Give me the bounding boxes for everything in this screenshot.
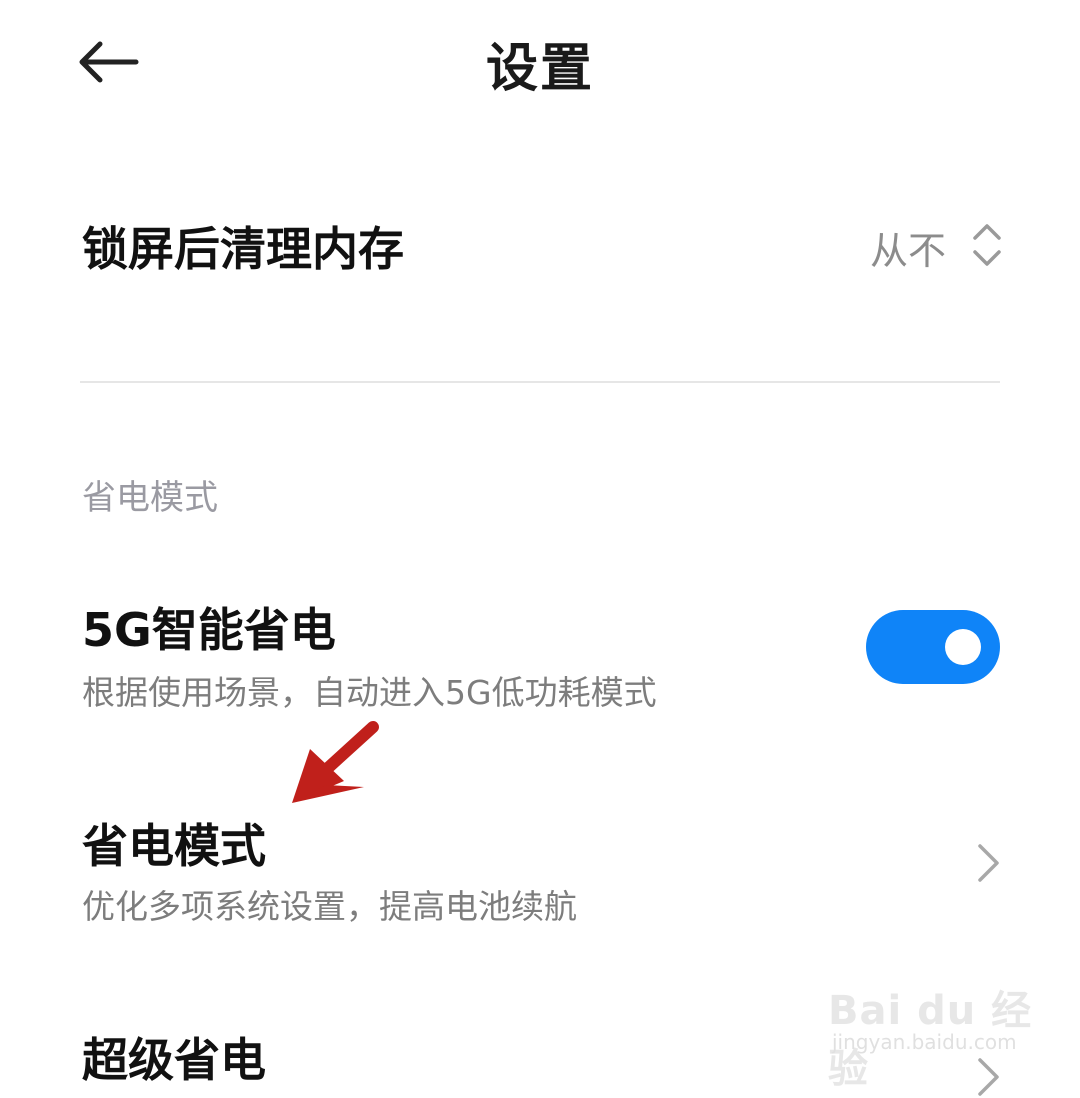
power-saving-mode-row[interactable]: 省电模式 优化多项系统设置，提高电池续航 xyxy=(0,800,1080,940)
memory-row-value: 从不 xyxy=(870,229,947,273)
row-title: 锁屏后清理内存 xyxy=(82,222,404,276)
row-title: 超级省电 xyxy=(82,1033,266,1087)
lock-screen-clean-memory-row[interactable]: 锁屏后清理内存 从不 xyxy=(0,180,1080,310)
page-title: 设置 xyxy=(485,39,594,99)
row-title: 5G智能省电 xyxy=(82,603,336,657)
chevron-right-icon xyxy=(978,844,999,882)
up-down-chevron-icon xyxy=(973,224,1001,266)
annotation-arrow-icon xyxy=(292,721,379,803)
watermark-url: jingyan.baidu.com xyxy=(832,1030,1017,1054)
divider xyxy=(80,381,1000,383)
baidu-watermark: Bai du 经验 jingyan.baidu.com xyxy=(820,960,1040,1092)
row-title: 省电模式 xyxy=(82,819,266,873)
section-label: 省电模式 xyxy=(82,478,218,518)
row-subtitle: 根据使用场景，自动进入5G低功耗模式 xyxy=(82,673,657,712)
toggle-knob xyxy=(945,629,981,665)
5g-power-saving-toggle[interactable] xyxy=(866,610,1000,684)
row-subtitle: 优化多项系统设置，提高电池续航 xyxy=(82,887,577,926)
